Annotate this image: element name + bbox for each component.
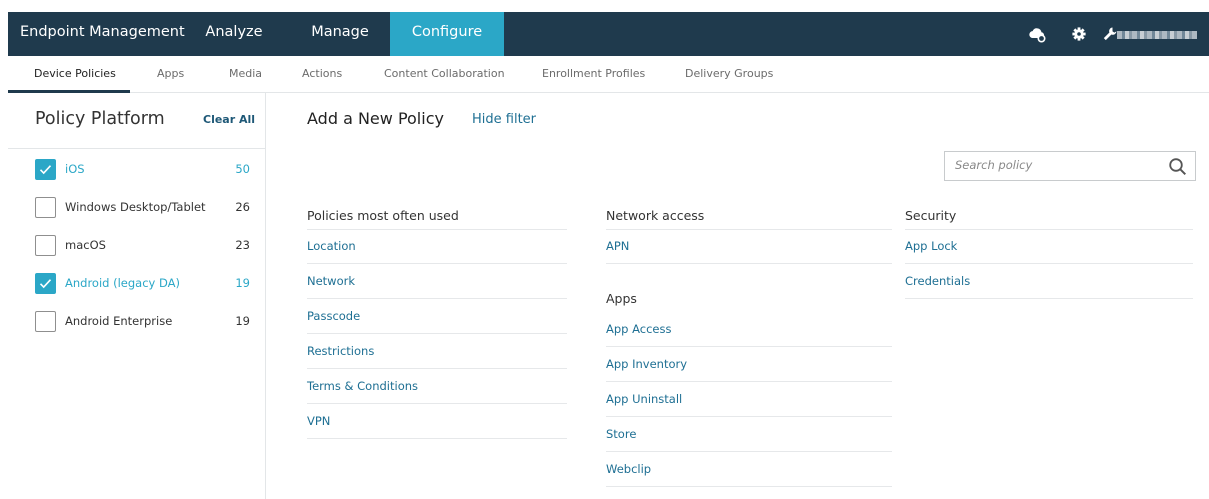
page-title: Add a New Policy [307,109,444,128]
policy-network-link[interactable]: Network [307,274,355,288]
policy-link[interactable]: App Lock [905,229,1193,264]
platform-count: 50 [235,162,250,176]
subtab-media[interactable]: Media [229,56,262,93]
subtab-device-policies[interactable]: Device Policies [34,56,116,93]
apps-heading: Apps [606,291,637,306]
platform-row-android-enterprise[interactable]: Android Enterprise 19 [8,307,266,337]
android-enterprise-checkbox[interactable] [35,311,56,332]
policy-app-lock-link[interactable]: App Lock [905,239,957,253]
policy-app-inventory-link[interactable]: App Inventory [606,357,687,371]
policy-restrictions-link[interactable]: Restrictions [307,344,374,358]
platform-label: iOS [65,162,85,176]
policy-link[interactable]: App Access [606,312,892,347]
policy-webclip-link[interactable]: Webclip [606,462,651,476]
product-name: Endpoint Management [20,24,185,40]
policies-most-used-heading: Policies most often used [307,208,459,223]
platform-row-ios[interactable]: iOS 50 [8,155,266,185]
policy-app-uninstall-link[interactable]: App Uninstall [606,392,682,406]
divider [8,148,266,149]
top-navigation-bar: Endpoint Management Analyze Manage Confi… [8,12,1209,56]
search-input[interactable] [955,158,1155,172]
sub-navigation: Device Policies Apps Media Actions Conte… [8,56,1209,93]
policy-passcode-link[interactable]: Passcode [307,309,360,323]
policy-app-access-link[interactable]: App Access [606,322,672,336]
policy-link[interactable]: App Uninstall [606,382,892,417]
policy-vpn-link[interactable]: VPN [307,414,330,428]
platform-row-macos[interactable]: macOS 23 [8,231,266,261]
tab-configure[interactable]: Configure [390,12,504,56]
platform-row-android-legacy[interactable]: Android (legacy DA) 19 [8,269,266,299]
security-heading: Security [905,208,957,223]
policy-terms-conditions-link[interactable]: Terms & Conditions [307,379,418,393]
policy-platform-filter: Policy Platform Clear All iOS 50 Windows… [8,93,266,499]
subtab-delivery-groups[interactable]: Delivery Groups [685,56,773,93]
subtab-content-collaboration[interactable]: Content Collaboration [384,56,505,93]
policy-link[interactable]: VPN [307,404,567,439]
platform-label: Android Enterprise [65,314,173,328]
platform-label: Windows Desktop/Tablet [65,200,206,214]
policy-link[interactable]: Terms & Conditions [307,369,567,404]
platform-label: macOS [65,238,106,252]
subtab-enrollment-profiles[interactable]: Enrollment Profiles [542,56,645,93]
subtab-actions[interactable]: Actions [302,56,342,93]
filter-title: Policy Platform [35,109,165,129]
hide-filter-link[interactable]: Hide filter [472,112,536,127]
platform-count: 26 [235,200,250,214]
policy-link[interactable]: App Inventory [606,347,892,382]
gear-icon[interactable] [1070,25,1088,43]
policy-link[interactable]: Credentials [905,264,1193,299]
search-box[interactable] [944,151,1196,181]
network-access-heading: Network access [606,208,705,223]
platform-count: 19 [235,276,250,290]
policy-link[interactable]: Webclip [606,452,892,487]
subtab-apps[interactable]: Apps [157,56,184,93]
platform-row-windows[interactable]: Windows Desktop/Tablet 26 [8,193,266,223]
tab-manage[interactable]: Manage [295,12,385,56]
policy-link[interactable]: Passcode [307,299,567,334]
checkmark-icon [39,165,52,175]
platform-count: 23 [235,238,250,252]
android-legacy-checkbox[interactable] [35,273,56,294]
user-account-menu[interactable] [1117,31,1197,39]
clear-all-button[interactable]: Clear All [203,113,255,126]
platform-count: 19 [235,314,250,328]
policy-link[interactable]: Restrictions [307,334,567,369]
cloud-gear-icon[interactable] [1028,25,1046,43]
policy-location-link[interactable]: Location [307,239,356,253]
policy-link[interactable]: Network [307,264,567,299]
policy-link[interactable]: Location [307,229,567,264]
policy-credentials-link[interactable]: Credentials [905,274,970,288]
policy-apn-link[interactable]: APN [606,239,629,253]
windows-checkbox[interactable] [35,197,56,218]
platform-label: Android (legacy DA) [65,276,181,290]
tab-analyze[interactable]: Analyze [196,12,272,56]
policy-link[interactable]: Store [606,417,892,452]
ios-checkbox[interactable] [35,159,56,180]
checkmark-icon [39,279,52,289]
policy-link[interactable]: APN [606,229,892,264]
policy-store-link[interactable]: Store [606,427,636,441]
macos-checkbox[interactable] [35,235,56,256]
search-icon[interactable] [1168,157,1187,176]
